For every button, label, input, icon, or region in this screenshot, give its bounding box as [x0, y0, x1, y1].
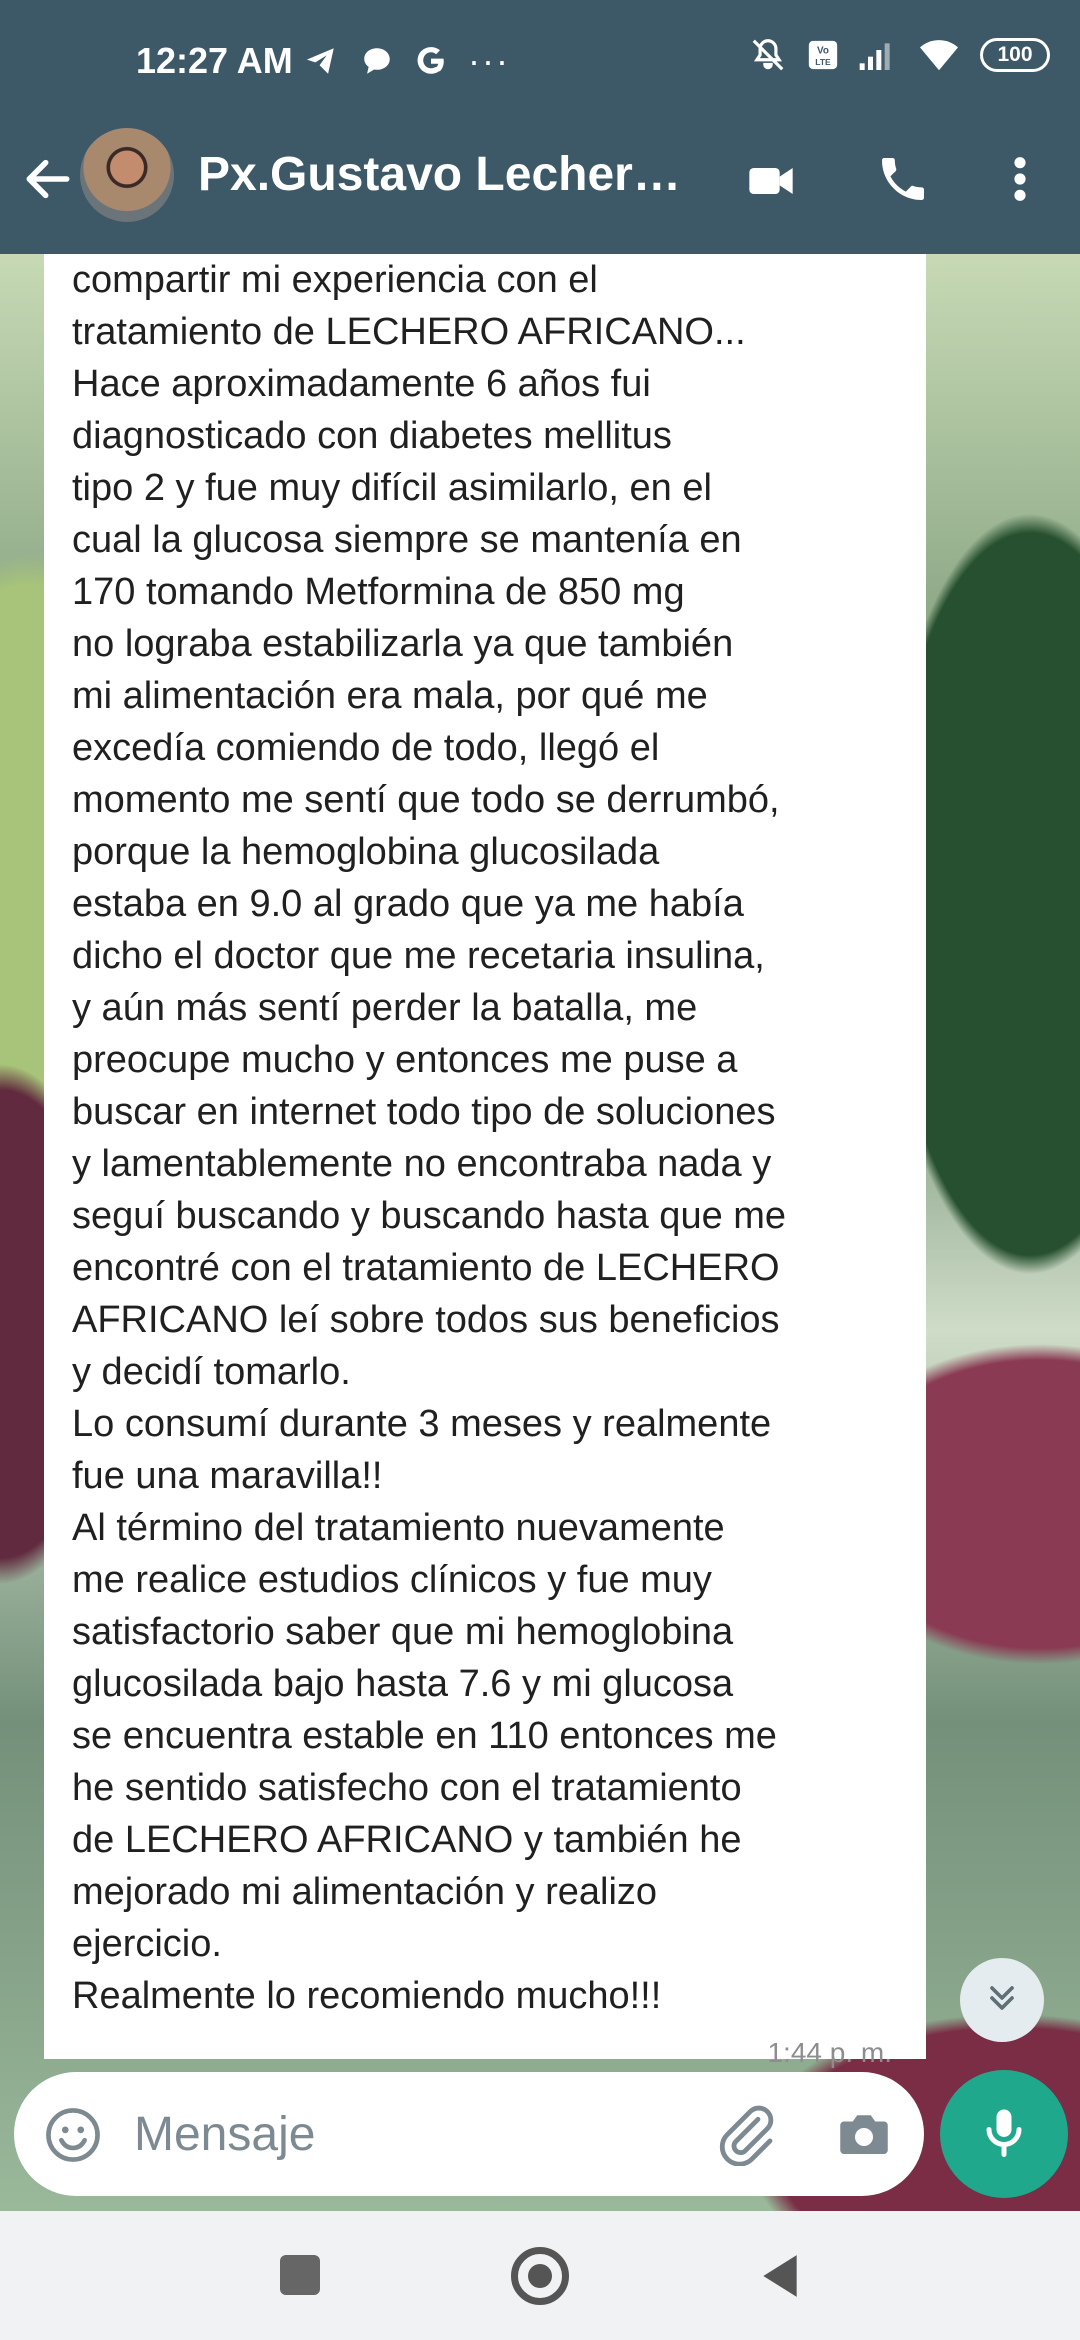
- svg-text:LTE: LTE: [815, 57, 831, 67]
- video-call-icon[interactable]: [742, 155, 800, 212]
- contact-avatar[interactable]: [80, 128, 174, 222]
- chat-wallpaper: compartir mi experiencia con el tratamie…: [0, 254, 1080, 2211]
- voice-message-button[interactable]: [940, 2070, 1068, 2198]
- volte-icon: Vo LTE: [806, 38, 840, 72]
- home-circle-icon[interactable]: [511, 2247, 569, 2305]
- more-options-icon[interactable]: [1005, 151, 1035, 212]
- chat-bubble-icon: [360, 44, 394, 78]
- camera-icon[interactable]: [834, 2104, 894, 2169]
- emoji-icon[interactable]: [42, 2104, 104, 2171]
- system-navigation-bar: [0, 2211, 1080, 2340]
- google-icon: [414, 44, 448, 78]
- battery-level: 100: [997, 43, 1033, 66]
- back-arrow-icon[interactable]: [20, 151, 76, 207]
- battery-icon: 100: [980, 38, 1050, 72]
- top-bar: 12:27 AM ··· Vo LTE 100 Px.Gustavo Leche…: [0, 0, 1080, 254]
- back-triangle-icon[interactable]: [758, 2251, 802, 2306]
- attach-icon[interactable]: [714, 2102, 778, 2171]
- system-icons: Vo LTE 100: [748, 36, 1050, 74]
- message-composer: [14, 2072, 924, 2196]
- double-chevron-down-icon: [982, 1978, 1022, 2023]
- signal-icon: [858, 38, 898, 72]
- notification-icons: ···: [302, 40, 510, 82]
- message-input[interactable]: [134, 2094, 694, 2174]
- voice-call-icon[interactable]: [875, 151, 931, 212]
- contact-name[interactable]: Px.Gustavo Lechero Africano: [198, 147, 688, 202]
- message-time: 1:44 p. m.: [767, 2037, 892, 2068]
- scroll-to-bottom-button[interactable]: [960, 1958, 1044, 2042]
- more-dots-icon: ···: [468, 40, 510, 81]
- wifi-icon: [916, 36, 962, 74]
- recents-square-icon[interactable]: [280, 2255, 320, 2295]
- home-dot: [528, 2264, 552, 2288]
- status-time: 12:27 AM: [136, 40, 293, 81]
- telegram-icon: [302, 44, 340, 78]
- message-bubble[interactable]: compartir mi experiencia con el tratamie…: [44, 254, 926, 2068]
- svg-text:Vo: Vo: [817, 46, 829, 57]
- message-text: compartir mi experiencia con el tratamie…: [72, 259, 787, 2017]
- microphone-icon: [974, 2102, 1034, 2167]
- status-bar: 12:27 AM ··· Vo LTE 100: [0, 0, 1080, 125]
- chat-header: Px.Gustavo Lechero Africano: [0, 125, 1080, 254]
- mute-icon: [748, 36, 788, 74]
